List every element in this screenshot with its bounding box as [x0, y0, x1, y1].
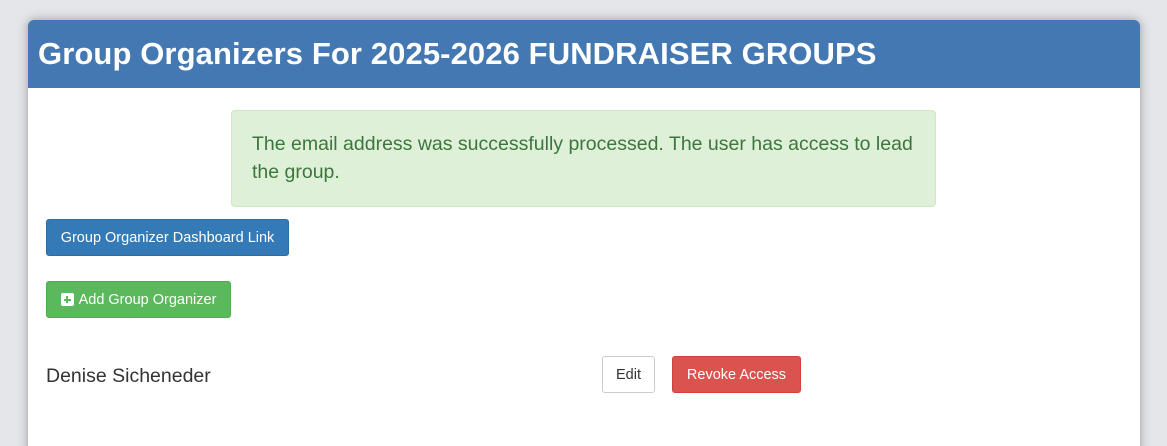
success-alert: The email address was successfully proce… [231, 110, 936, 207]
dashboard-link-label: Group Organizer Dashboard Link [60, 229, 275, 246]
add-group-organizer-label: Add Group Organizer [78, 291, 217, 308]
organizer-name: Denise Sicheneder [46, 365, 211, 387]
dashboard-link-button[interactable]: Group Organizer Dashboard Link [46, 219, 289, 256]
revoke-access-button[interactable]: Revoke Access [672, 356, 801, 393]
modal-header: Group Organizers For 2025-2026 FUNDRAISE… [28, 20, 1140, 88]
edit-organizer-button[interactable]: Edit [602, 356, 655, 393]
plus-square-icon [60, 293, 74, 306]
revoke-access-label: Revoke Access [686, 366, 787, 383]
modal-title: Group Organizers For 2025-2026 FUNDRAISE… [38, 36, 877, 71]
group-organizers-modal: Group Organizers For 2025-2026 FUNDRAISE… [28, 20, 1140, 446]
add-group-organizer-button[interactable]: Add Group Organizer [46, 281, 231, 318]
edit-label: Edit [616, 366, 641, 383]
